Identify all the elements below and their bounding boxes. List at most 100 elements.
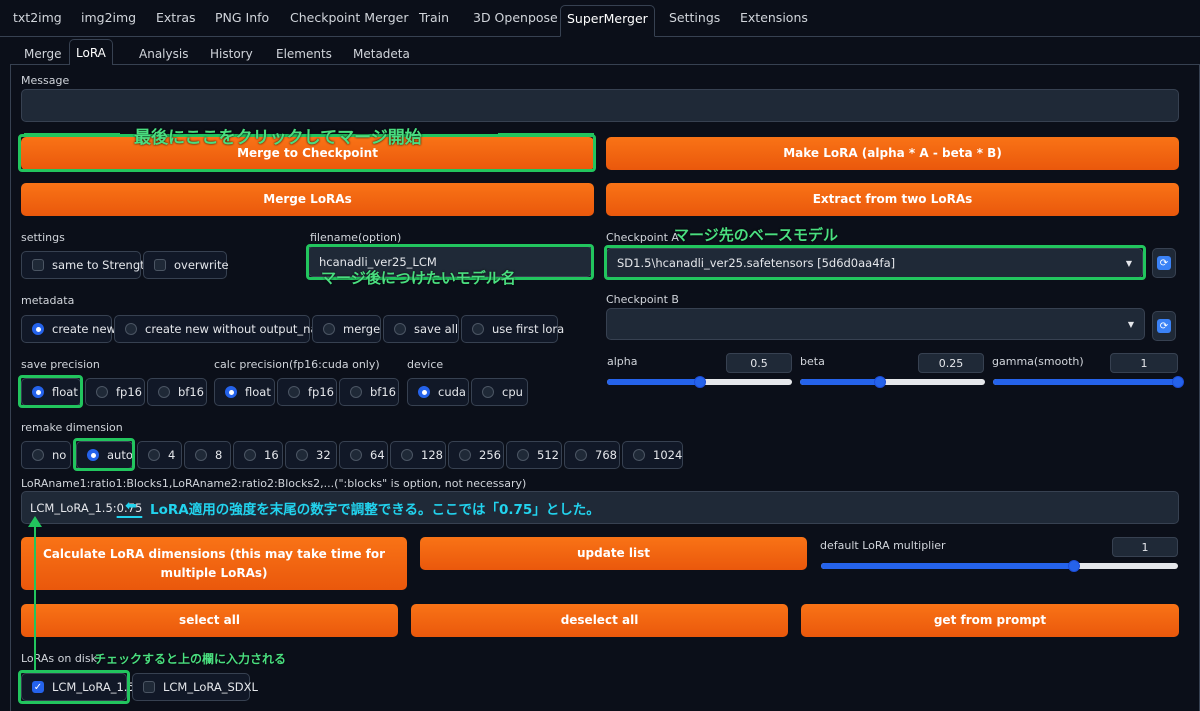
checkpoint-a-dropdown[interactable]: SD1.5\hcanadli_ver25.safetensors [5d6d0a… bbox=[606, 248, 1143, 278]
save-precision-bf16-radio[interactable]: bf16 bbox=[147, 378, 207, 406]
default-multiplier-slider[interactable] bbox=[821, 560, 1178, 572]
calc-precision-float-radio[interactable]: float bbox=[214, 378, 275, 406]
message-field[interactable] bbox=[21, 89, 1179, 122]
metadata-create-new-radio[interactable]: create new bbox=[21, 315, 116, 343]
calculate-lora-dimensions-button[interactable]: Calculate LoRA dimensions (this may take… bbox=[21, 537, 407, 590]
dim-512-radio[interactable]: 512 bbox=[506, 441, 562, 469]
beta-slider-handle[interactable] bbox=[873, 376, 886, 388]
dim-32-radio[interactable]: 32 bbox=[285, 441, 337, 469]
refresh-icon: ⟳ bbox=[1157, 256, 1171, 270]
dim-128-radio[interactable]: 128 bbox=[390, 441, 446, 469]
make-lora-button[interactable]: Make LoRA (alpha * A - beta * B) bbox=[606, 137, 1179, 170]
alpha-slider-handle[interactable] bbox=[693, 376, 706, 388]
radio-icon bbox=[350, 449, 362, 461]
gamma-slider[interactable] bbox=[993, 376, 1184, 388]
dim-16-radio[interactable]: 16 bbox=[233, 441, 283, 469]
dim-256-radio[interactable]: 256 bbox=[448, 441, 504, 469]
save-precision-label: save precision bbox=[21, 358, 100, 371]
option-label: no bbox=[52, 448, 67, 462]
deselect-all-button[interactable]: deselect all bbox=[411, 604, 788, 637]
subtab-analysis[interactable]: Analysis bbox=[133, 43, 194, 65]
tab-extras[interactable]: Extras bbox=[150, 5, 202, 31]
refresh-checkpoint-b-button[interactable]: ⟳ bbox=[1152, 311, 1176, 341]
calc-precision-fp16-radio[interactable]: fp16 bbox=[277, 378, 337, 406]
option-label: 768 bbox=[595, 448, 617, 462]
default-multiplier-input[interactable]: 1 bbox=[1112, 537, 1178, 557]
tab-checkpoint-merger[interactable]: Checkpoint Merger bbox=[284, 5, 414, 31]
tab-extensions[interactable]: Extensions bbox=[734, 5, 814, 31]
radio-icon bbox=[32, 323, 44, 335]
radio-icon bbox=[158, 386, 170, 398]
lora-item-lcm-lora-sdxl[interactable]: LCM_LoRA_SDXL bbox=[132, 673, 258, 701]
dim-64-radio[interactable]: 64 bbox=[339, 441, 388, 469]
checkpoint-b-dropdown[interactable]: ▼ bbox=[606, 308, 1145, 340]
save-precision-fp16-radio[interactable]: fp16 bbox=[85, 378, 145, 406]
radio-icon bbox=[148, 449, 160, 461]
radio-icon bbox=[394, 323, 406, 335]
main-tab-bar: txt2img img2img Extras PNG Info Checkpoi… bbox=[0, 0, 1200, 37]
gamma-label: gamma(smooth) bbox=[992, 355, 1084, 368]
metadata-create-new-without-output-radio[interactable]: create new without output_name bbox=[114, 315, 336, 343]
annotation-line bbox=[498, 133, 594, 135]
gamma-slider-handle[interactable] bbox=[1172, 376, 1184, 388]
radio-icon bbox=[350, 386, 362, 398]
radio-icon bbox=[32, 386, 44, 398]
dim-no-radio[interactable]: no bbox=[21, 441, 71, 469]
get-from-prompt-button[interactable]: get from prompt bbox=[801, 604, 1179, 637]
option-label: merge bbox=[343, 322, 381, 336]
lora-item-lcm-lora-1-5[interactable]: ✓ LCM_LoRA_1.5 bbox=[21, 673, 135, 701]
metadata-save-all-radio[interactable]: save all bbox=[383, 315, 459, 343]
option-label: 256 bbox=[479, 448, 501, 462]
option-label: overwrite bbox=[174, 258, 229, 272]
alpha-slider-fill bbox=[607, 379, 700, 385]
extract-loras-button[interactable]: Extract from two LoRAs bbox=[606, 183, 1179, 216]
refresh-icon: ⟳ bbox=[1157, 319, 1171, 333]
tab-supermerger[interactable]: SuperMerger bbox=[560, 5, 655, 37]
alpha-slider[interactable] bbox=[607, 376, 792, 388]
metadata-use-first-lora-radio[interactable]: use first lora bbox=[461, 315, 564, 343]
radio-icon bbox=[517, 449, 529, 461]
chevron-down-icon: ▼ bbox=[1127, 319, 1134, 329]
tab-settings[interactable]: Settings bbox=[663, 5, 726, 31]
annotation-filename: マージ後につけたいモデル名 bbox=[321, 269, 516, 287]
tab-3d-openpose[interactable]: 3D Openpose bbox=[467, 5, 564, 31]
select-all-button[interactable]: select all bbox=[21, 604, 398, 637]
tab-png-info[interactable]: PNG Info bbox=[209, 5, 275, 31]
alpha-number-input[interactable]: 0.5 bbox=[726, 353, 792, 373]
dim-4-radio[interactable]: 4 bbox=[137, 441, 182, 469]
dim-1024-radio[interactable]: 1024 bbox=[622, 441, 683, 469]
update-list-button[interactable]: update list bbox=[420, 537, 807, 570]
device-cuda-radio[interactable]: cuda bbox=[407, 378, 469, 406]
tab-txt2img[interactable]: txt2img bbox=[7, 5, 68, 31]
option-label: fp16 bbox=[116, 385, 142, 399]
save-precision-float-radio[interactable]: float bbox=[21, 378, 81, 406]
overwrite-checkbox[interactable]: overwrite bbox=[143, 251, 229, 279]
refresh-checkpoint-a-button[interactable]: ⟳ bbox=[1152, 248, 1176, 278]
tab-img2img[interactable]: img2img bbox=[75, 5, 142, 31]
radio-icon bbox=[225, 386, 237, 398]
dim-768-radio[interactable]: 768 bbox=[564, 441, 620, 469]
gamma-number-input[interactable]: 1 bbox=[1110, 353, 1178, 373]
subtab-metadeta[interactable]: Metadeta bbox=[347, 43, 416, 65]
merge-loras-button[interactable]: Merge LoRAs bbox=[21, 183, 594, 216]
beta-number-input[interactable]: 0.25 bbox=[918, 353, 984, 373]
same-to-strength-checkbox[interactable]: same to Strength bbox=[21, 251, 152, 279]
filename-label: filename(option) bbox=[310, 231, 402, 244]
metadata-merge-radio[interactable]: merge bbox=[312, 315, 381, 343]
dim-8-radio[interactable]: 8 bbox=[184, 441, 231, 469]
device-cpu-radio[interactable]: cpu bbox=[471, 378, 528, 406]
calc-precision-bf16-radio[interactable]: bf16 bbox=[339, 378, 399, 406]
subtab-history[interactable]: History bbox=[204, 43, 259, 65]
subtab-merge[interactable]: Merge bbox=[18, 43, 67, 65]
sub-tab-bar: Merge LoRA Analysis History Elements Met… bbox=[10, 39, 1200, 66]
option-label: auto bbox=[107, 448, 133, 462]
arrow-up-icon bbox=[28, 516, 42, 527]
lora-item-label: LCM_LoRA_1.5 bbox=[52, 680, 135, 694]
beta-slider[interactable] bbox=[800, 376, 985, 388]
radio-icon bbox=[575, 449, 587, 461]
tab-train[interactable]: Train bbox=[413, 5, 455, 31]
subtab-elements[interactable]: Elements bbox=[270, 43, 338, 65]
subtab-lora[interactable]: LoRA bbox=[69, 39, 113, 66]
device-label: device bbox=[407, 358, 444, 371]
dim-auto-radio[interactable]: auto bbox=[76, 441, 133, 469]
